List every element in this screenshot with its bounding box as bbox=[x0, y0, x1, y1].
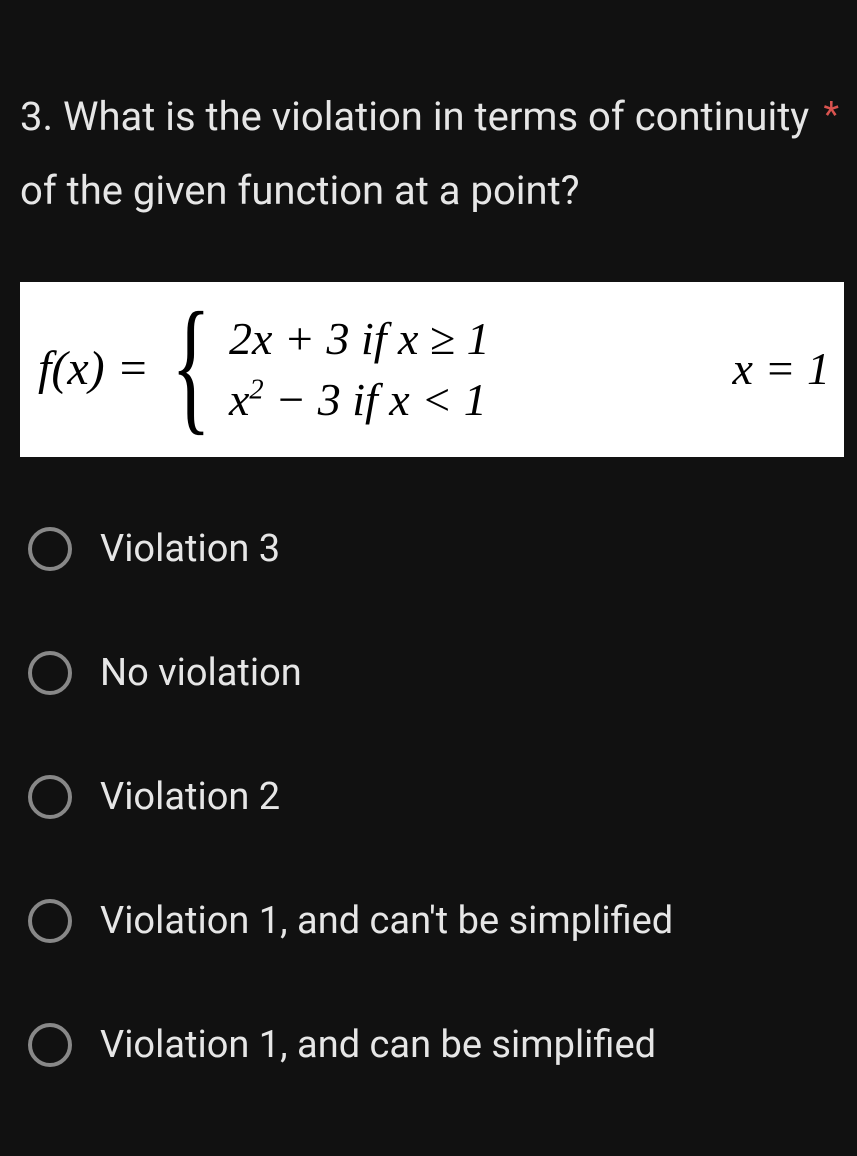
options-list: Violation 3 No violation Violation 2 Vio… bbox=[20, 487, 837, 1107]
equation-lhs: f(x) = bbox=[38, 341, 149, 396]
radio-option[interactable]: Violation 1, and can't be simplified bbox=[20, 859, 837, 983]
option-label: Violation 2 bbox=[100, 775, 280, 819]
option-label: Violation 1, and can be simplified bbox=[100, 1023, 656, 1067]
case2-pre: x bbox=[229, 374, 249, 425]
radio-option[interactable]: Violation 2 bbox=[20, 735, 837, 859]
option-label: Violation 1, and can't be simplified bbox=[100, 899, 673, 943]
case2-post: − 3 if x < 1 bbox=[264, 374, 487, 425]
brace-icon: { bbox=[171, 320, 211, 410]
case1-text: 2x + 3 if x ≥ 1 bbox=[229, 313, 490, 364]
question-label: 3. What is the violation in terms of con… bbox=[20, 93, 809, 214]
radio-icon bbox=[28, 1023, 72, 1067]
equation-side: x = 1 bbox=[733, 342, 834, 395]
question-block: 3. What is the violation in terms of con… bbox=[20, 20, 837, 1107]
required-star-icon: * bbox=[823, 82, 839, 149]
question-text: 3. What is the violation in terms of con… bbox=[20, 80, 837, 228]
radio-option[interactable]: Violation 3 bbox=[20, 487, 837, 611]
option-label: No violation bbox=[100, 651, 302, 695]
equation-image: f(x) = { 2x + 3 if x ≥ 1 x2 − 3 if x < 1… bbox=[20, 282, 844, 457]
case2-exp: 2 bbox=[249, 374, 263, 405]
option-label: Violation 3 bbox=[100, 527, 280, 571]
radio-icon bbox=[28, 775, 72, 819]
radio-icon bbox=[28, 899, 72, 943]
equation-case-2: x2 − 3 if x < 1 bbox=[229, 373, 490, 426]
equation-case-1: 2x + 3 if x ≥ 1 bbox=[229, 312, 490, 365]
radio-icon bbox=[28, 651, 72, 695]
equation-cases: 2x + 3 if x ≥ 1 x2 − 3 if x < 1 bbox=[229, 312, 490, 426]
radio-icon bbox=[28, 527, 72, 571]
radio-option[interactable]: Violation 1, and can be simplified bbox=[20, 983, 837, 1107]
radio-option[interactable]: No violation bbox=[20, 611, 837, 735]
